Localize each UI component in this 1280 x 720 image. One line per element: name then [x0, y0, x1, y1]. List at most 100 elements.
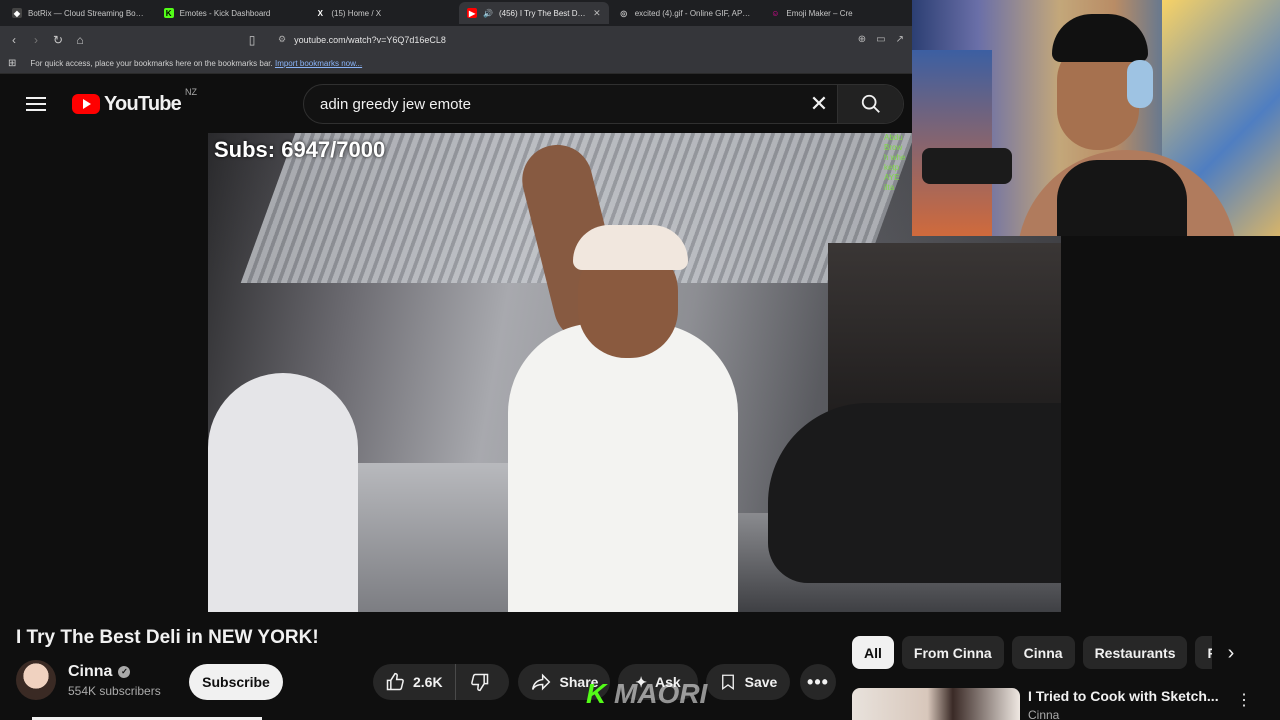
zoom-icon[interactable]: ⊕ — [858, 34, 866, 45]
video-scene-person — [508, 323, 738, 612]
youtube-play-icon — [72, 94, 100, 114]
chip-cinna[interactable]: Cinna — [1011, 636, 1075, 669]
url-text: youtube.com/watch?v=Y6Q7d16eCL8 — [294, 34, 446, 45]
forward-icon[interactable]: › — [30, 33, 42, 47]
recommended-channel: Cinna — [1028, 708, 1060, 720]
chip-partial[interactable]: R — [1195, 636, 1212, 669]
more-options-icon[interactable]: ⋮ — [1236, 690, 1252, 710]
bookmark-save-icon — [721, 674, 734, 691]
thumbs-down-icon — [470, 673, 488, 692]
video-thumbnail[interactable] — [852, 688, 1020, 720]
video-scene-sleeve — [768, 403, 1061, 583]
bookmarks-hint: For quick access, place your bookmarks h… — [30, 58, 273, 68]
dislike-button[interactable] — [456, 672, 504, 692]
back-icon[interactable]: ‹ — [8, 33, 20, 47]
page-background — [1061, 236, 1280, 612]
related-chips: All From Cinna Cinna Restaurants R — [852, 636, 1212, 669]
home-icon[interactable]: ⌂ — [74, 33, 86, 47]
chip-from-cinna[interactable]: From Cinna — [901, 636, 1004, 669]
sub-goal-overlay: Subs: 6947/7000 — [214, 137, 386, 162]
site-info-icon[interactable]: ⚙ — [278, 34, 286, 45]
chat-name: ilta — [884, 183, 895, 192]
reload-icon[interactable]: ↻ — [52, 33, 64, 47]
clear-search-icon[interactable]: ✕ — [801, 91, 837, 117]
like-button[interactable]: 2.6K — [373, 664, 456, 700]
search-button[interactable] — [837, 85, 903, 123]
search-box: adin greedy jew emote ✕ — [303, 84, 904, 124]
kick-watermark: K MAORI — [586, 678, 707, 710]
tab-label: Emotes - Kick Dashboard — [179, 8, 271, 18]
tab-label: (456) I Try The Best Deli in NE — [498, 8, 587, 18]
address-toolbar: ‹ › ↻ ⌂ ▯ ⚙ youtube.com/watch?v=Y6Q7d16e… — [0, 26, 912, 53]
x-icon: X — [317, 8, 324, 18]
tab-label: BotRix — Cloud Streaming Bot for Tw — [28, 8, 146, 18]
share-page-icon[interactable]: ↗ — [896, 34, 904, 45]
microphone-icon — [922, 148, 1012, 184]
tab-youtube-video[interactable]: ▶ 🔊 (456) I Try The Best Deli in NE ✕ — [459, 2, 609, 24]
thumbs-up-icon — [386, 672, 404, 691]
youtube-header: YouTube NZ adin greedy jew emote ✕ — [0, 75, 912, 133]
tab-label: Emoji Maker – Cre — [786, 8, 853, 18]
search-icon — [861, 94, 880, 113]
tab-botrix[interactable]: ◆ BotRix — Cloud Streaming Bot for Tw — [4, 2, 154, 24]
browser-tab-bar: ◆ BotRix — Cloud Streaming Bot for Tw K … — [0, 0, 912, 26]
recommended-video[interactable]: I Tried to Cook with Sketch... Cinna ⋮ — [852, 688, 1270, 720]
chevron-right-icon[interactable]: › — [1218, 640, 1244, 666]
subscribe-button[interactable]: Subscribe — [189, 664, 283, 700]
webcam-streamer-beanie — [1052, 14, 1148, 62]
audio-playing-icon[interactable]: 🔊 — [483, 9, 493, 18]
youtube-logo[interactable]: YouTube NZ — [72, 87, 197, 116]
cast-icon[interactable]: ▭ — [876, 34, 885, 45]
toolbar-actions: ⊕ ▭ ↗ — [858, 34, 904, 45]
subscriber-count: 554K subscribers — [68, 683, 161, 698]
chip-all[interactable]: All — [852, 636, 894, 669]
chip-restaurants[interactable]: Restaurants — [1082, 636, 1188, 669]
tab-label: excited (4).gif - Online GIF, APNG, W — [634, 8, 753, 18]
chat-name: AYE — [884, 173, 900, 182]
url-field[interactable]: ⚙ youtube.com/watch?v=Y6Q7d16eCL8 — [268, 29, 848, 50]
video-title: I Try The Best Deli in NEW YORK! — [16, 627, 319, 648]
headset-icon — [1127, 60, 1153, 108]
chat-overlay: Abdu Brow h whe ketp AYE ilta — [884, 133, 914, 193]
kick-logo-letter: K — [586, 678, 607, 709]
chat-name: h whe — [884, 153, 906, 162]
tab-ezgif[interactable]: ◎ excited (4).gif - Online GIF, APNG, W — [611, 2, 761, 24]
import-bookmarks-link[interactable]: Import bookmarks now... — [275, 59, 362, 68]
search-input[interactable]: adin greedy jew emote — [304, 96, 801, 113]
save-label: Save — [744, 674, 778, 690]
channel-info: Cinna ✓ 554K subscribers — [16, 660, 161, 700]
share-icon — [531, 673, 550, 691]
botrix-icon: ◆ — [12, 8, 22, 18]
like-dislike-group: 2.6K — [373, 664, 509, 700]
more-actions-icon[interactable]: ••• — [800, 664, 836, 700]
streamer-webcam — [912, 0, 1280, 236]
menu-icon[interactable] — [26, 97, 46, 111]
kick-icon: K — [163, 8, 174, 18]
ezgif-icon: ◎ — [620, 8, 628, 18]
chat-name: Abdu — [884, 133, 903, 142]
save-button[interactable]: Save — [706, 664, 790, 700]
tab-emoji-maker[interactable]: ☺ Emoji Maker – Cre — [762, 2, 912, 24]
country-code: NZ — [184, 86, 197, 97]
tab-x-home[interactable]: X (15) Home / X — [307, 2, 457, 24]
youtube-wordmark: YouTube — [104, 92, 182, 115]
close-tab-icon[interactable]: ✕ — [593, 8, 601, 19]
webcam-streamer-shirt — [1057, 160, 1187, 236]
chat-name: ketp — [884, 163, 900, 172]
tab-kick-emotes[interactable]: K Emotes - Kick Dashboard — [156, 2, 306, 24]
video-scene-cap — [573, 225, 688, 270]
apps-grid-icon[interactable]: ⊞ — [8, 58, 16, 69]
verified-icon: ✓ — [118, 665, 131, 678]
webcam-poster — [912, 50, 992, 236]
bookmarks-bar: ⊞ For quick access, place your bookmarks… — [0, 53, 912, 74]
channel-name[interactable]: Cinna — [68, 663, 112, 681]
like-count: 2.6K — [413, 674, 443, 690]
video-scene-person — [208, 373, 358, 612]
watermark-text: MAORI — [614, 678, 708, 709]
recommended-title[interactable]: I Tried to Cook with Sketch... — [1028, 688, 1270, 704]
channel-avatar[interactable] — [16, 660, 56, 700]
tab-label: (15) Home / X — [331, 8, 382, 18]
bookmark-icon[interactable]: ▯ — [246, 33, 258, 47]
chat-name: Brow — [884, 143, 903, 152]
emoji-maker-icon: ☺ — [771, 8, 780, 18]
